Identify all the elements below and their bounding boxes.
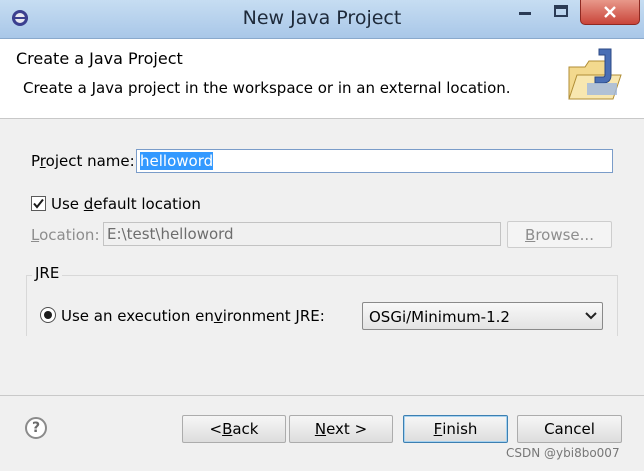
java-project-folder-icon xyxy=(568,48,622,100)
checkmark-icon xyxy=(33,198,44,209)
close-button[interactable] xyxy=(580,0,640,25)
page-title: Create a Java Project xyxy=(16,49,183,68)
execution-environment-value: OSGi/Minimum-1.2 xyxy=(369,308,510,326)
execution-environment-radio[interactable] xyxy=(40,307,56,323)
execution-environment-label[interactable]: Use an execution environment JRE: xyxy=(61,307,325,325)
next-button[interactable]: Next > xyxy=(289,415,393,443)
finish-button[interactable]: Finish xyxy=(403,415,508,443)
minimize-button[interactable] xyxy=(509,0,541,22)
title-bar: New Java Project xyxy=(0,0,644,39)
project-name-input[interactable]: helloword xyxy=(136,149,613,173)
help-button[interactable]: ? xyxy=(25,417,47,439)
wizard-header: Create a Java Project Create a Java proj… xyxy=(0,39,644,119)
location-label: Location: xyxy=(31,226,100,244)
back-button[interactable]: < Back xyxy=(182,415,286,443)
browse-button[interactable]: Browse... xyxy=(507,221,612,248)
location-input[interactable]: E:\test\helloword xyxy=(103,222,501,246)
use-default-location-checkbox[interactable] xyxy=(31,196,46,211)
watermark: CSDN @ybi8bo007 xyxy=(506,446,620,460)
maximize-button[interactable] xyxy=(545,0,577,22)
help-icon: ? xyxy=(31,420,41,436)
jre-group-label: JRE xyxy=(32,264,63,282)
chevron-down-icon xyxy=(585,312,597,320)
use-default-location-label[interactable]: Use default location xyxy=(51,195,201,213)
close-icon xyxy=(604,6,616,18)
project-name-label: Project name: xyxy=(31,152,135,170)
footer-separator xyxy=(0,395,644,396)
cancel-button[interactable]: Cancel xyxy=(517,415,622,443)
project-name-value: helloword xyxy=(140,152,214,170)
maximize-icon xyxy=(554,5,568,17)
execution-environment-select[interactable]: OSGi/Minimum-1.2 xyxy=(362,302,603,330)
minimize-icon xyxy=(519,12,531,15)
page-description: Create a Java project in the workspace o… xyxy=(23,79,511,97)
radio-selected-dot xyxy=(44,311,52,319)
